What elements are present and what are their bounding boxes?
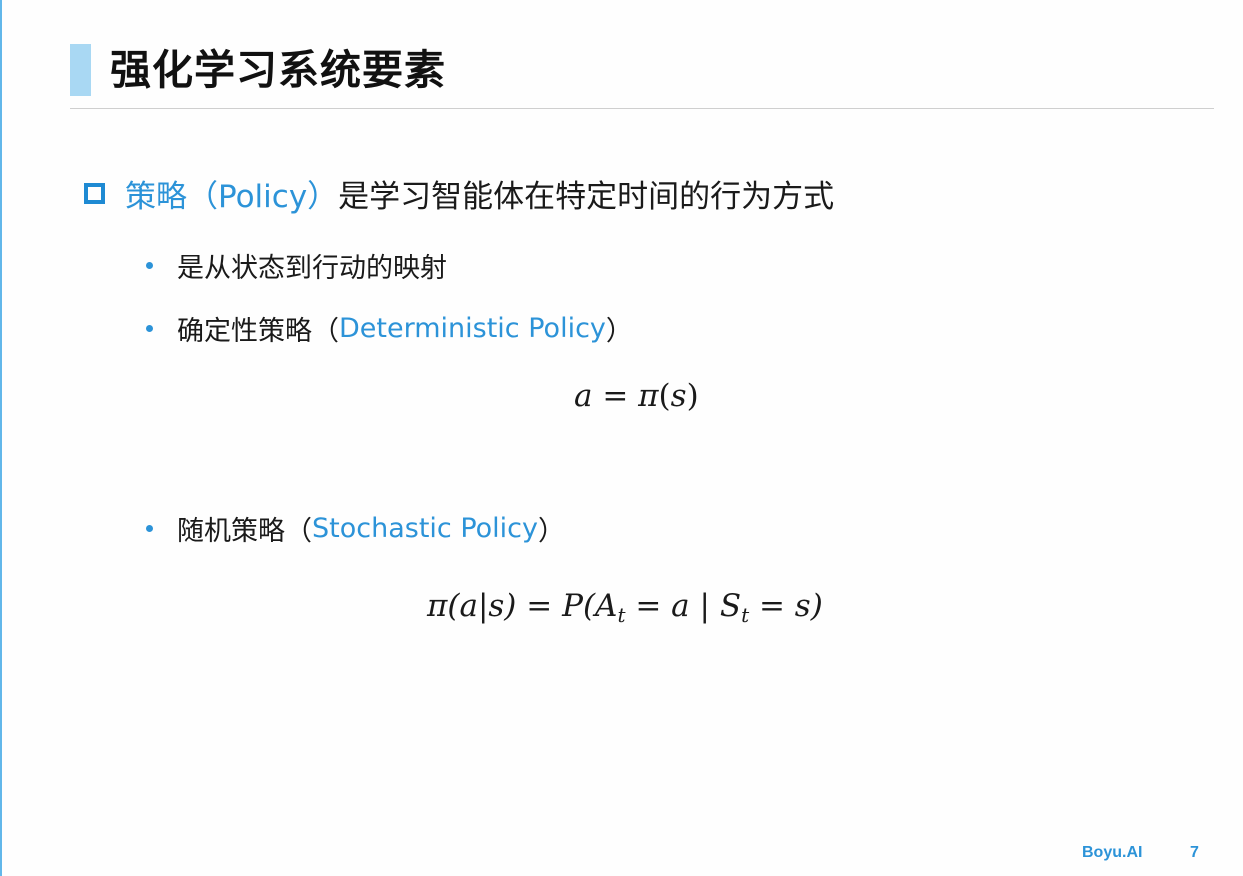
sub-bullet-text: 随机策略（ [177,515,312,547]
formula-S: S [719,588,742,624]
sub-bullet-stochastic: 随机策略（ Stochastic Policy ） [146,508,565,548]
formula-close-paren: ) [686,378,699,414]
page-number: 7 [1190,844,1199,861]
deterministic-policy-term: Deterministic Policy [339,312,606,344]
formula-lhs: π(a|s) [427,588,517,624]
sub-bullet-mapping: 是从状态到行动的映射 [146,245,447,285]
formula-deterministic: a = π(s) [574,376,699,416]
bullet-dot-icon [146,524,153,532]
formula-P: P( [562,588,596,624]
policy-description: 是学习智能体在特定时间的行为方式 [338,178,835,215]
formula-pi: π [638,378,659,414]
stochastic-policy-term: Stochastic Policy [312,512,538,544]
formula-eq3: = s) [749,588,823,624]
title-accent-bar [70,44,91,96]
bullet-dot-icon [146,261,153,269]
title-divider [70,108,1214,109]
formula-eq: = [592,378,639,414]
sub-bullet-close: ） [538,515,565,547]
policy-term: 策略（Policy） [125,178,339,215]
formula-eq1: = [516,588,563,624]
formula-A: A [595,588,618,624]
formula-open-paren: ( [658,378,671,414]
sub-bullet-deterministic: 确定性策略（ Deterministic Policy ） [146,308,633,348]
formula-stochastic: π(a|s) = P(At = a | St = s) [427,586,823,635]
formula-eq2: = a | [625,588,720,624]
sub-bullet-close: ） [605,315,633,347]
formula-s: s [670,378,687,414]
square-bullet-icon [84,182,105,204]
main-bullet-policy: 策略（Policy） 是学习智能体在特定时间的行为方式 [84,169,834,217]
footer-brand: Boyu.AI [1082,844,1143,861]
slide-title: 强化学习系统要素 [110,46,446,94]
left-edge-rule [0,0,2,876]
sub-bullet-text: 确定性策略（ [177,315,339,347]
sub-bullet-text: 是从状态到行动的映射 [177,252,447,284]
bullet-dot-icon [146,324,153,332]
formula-t2: t [741,603,750,627]
formula-a: a [574,378,593,414]
